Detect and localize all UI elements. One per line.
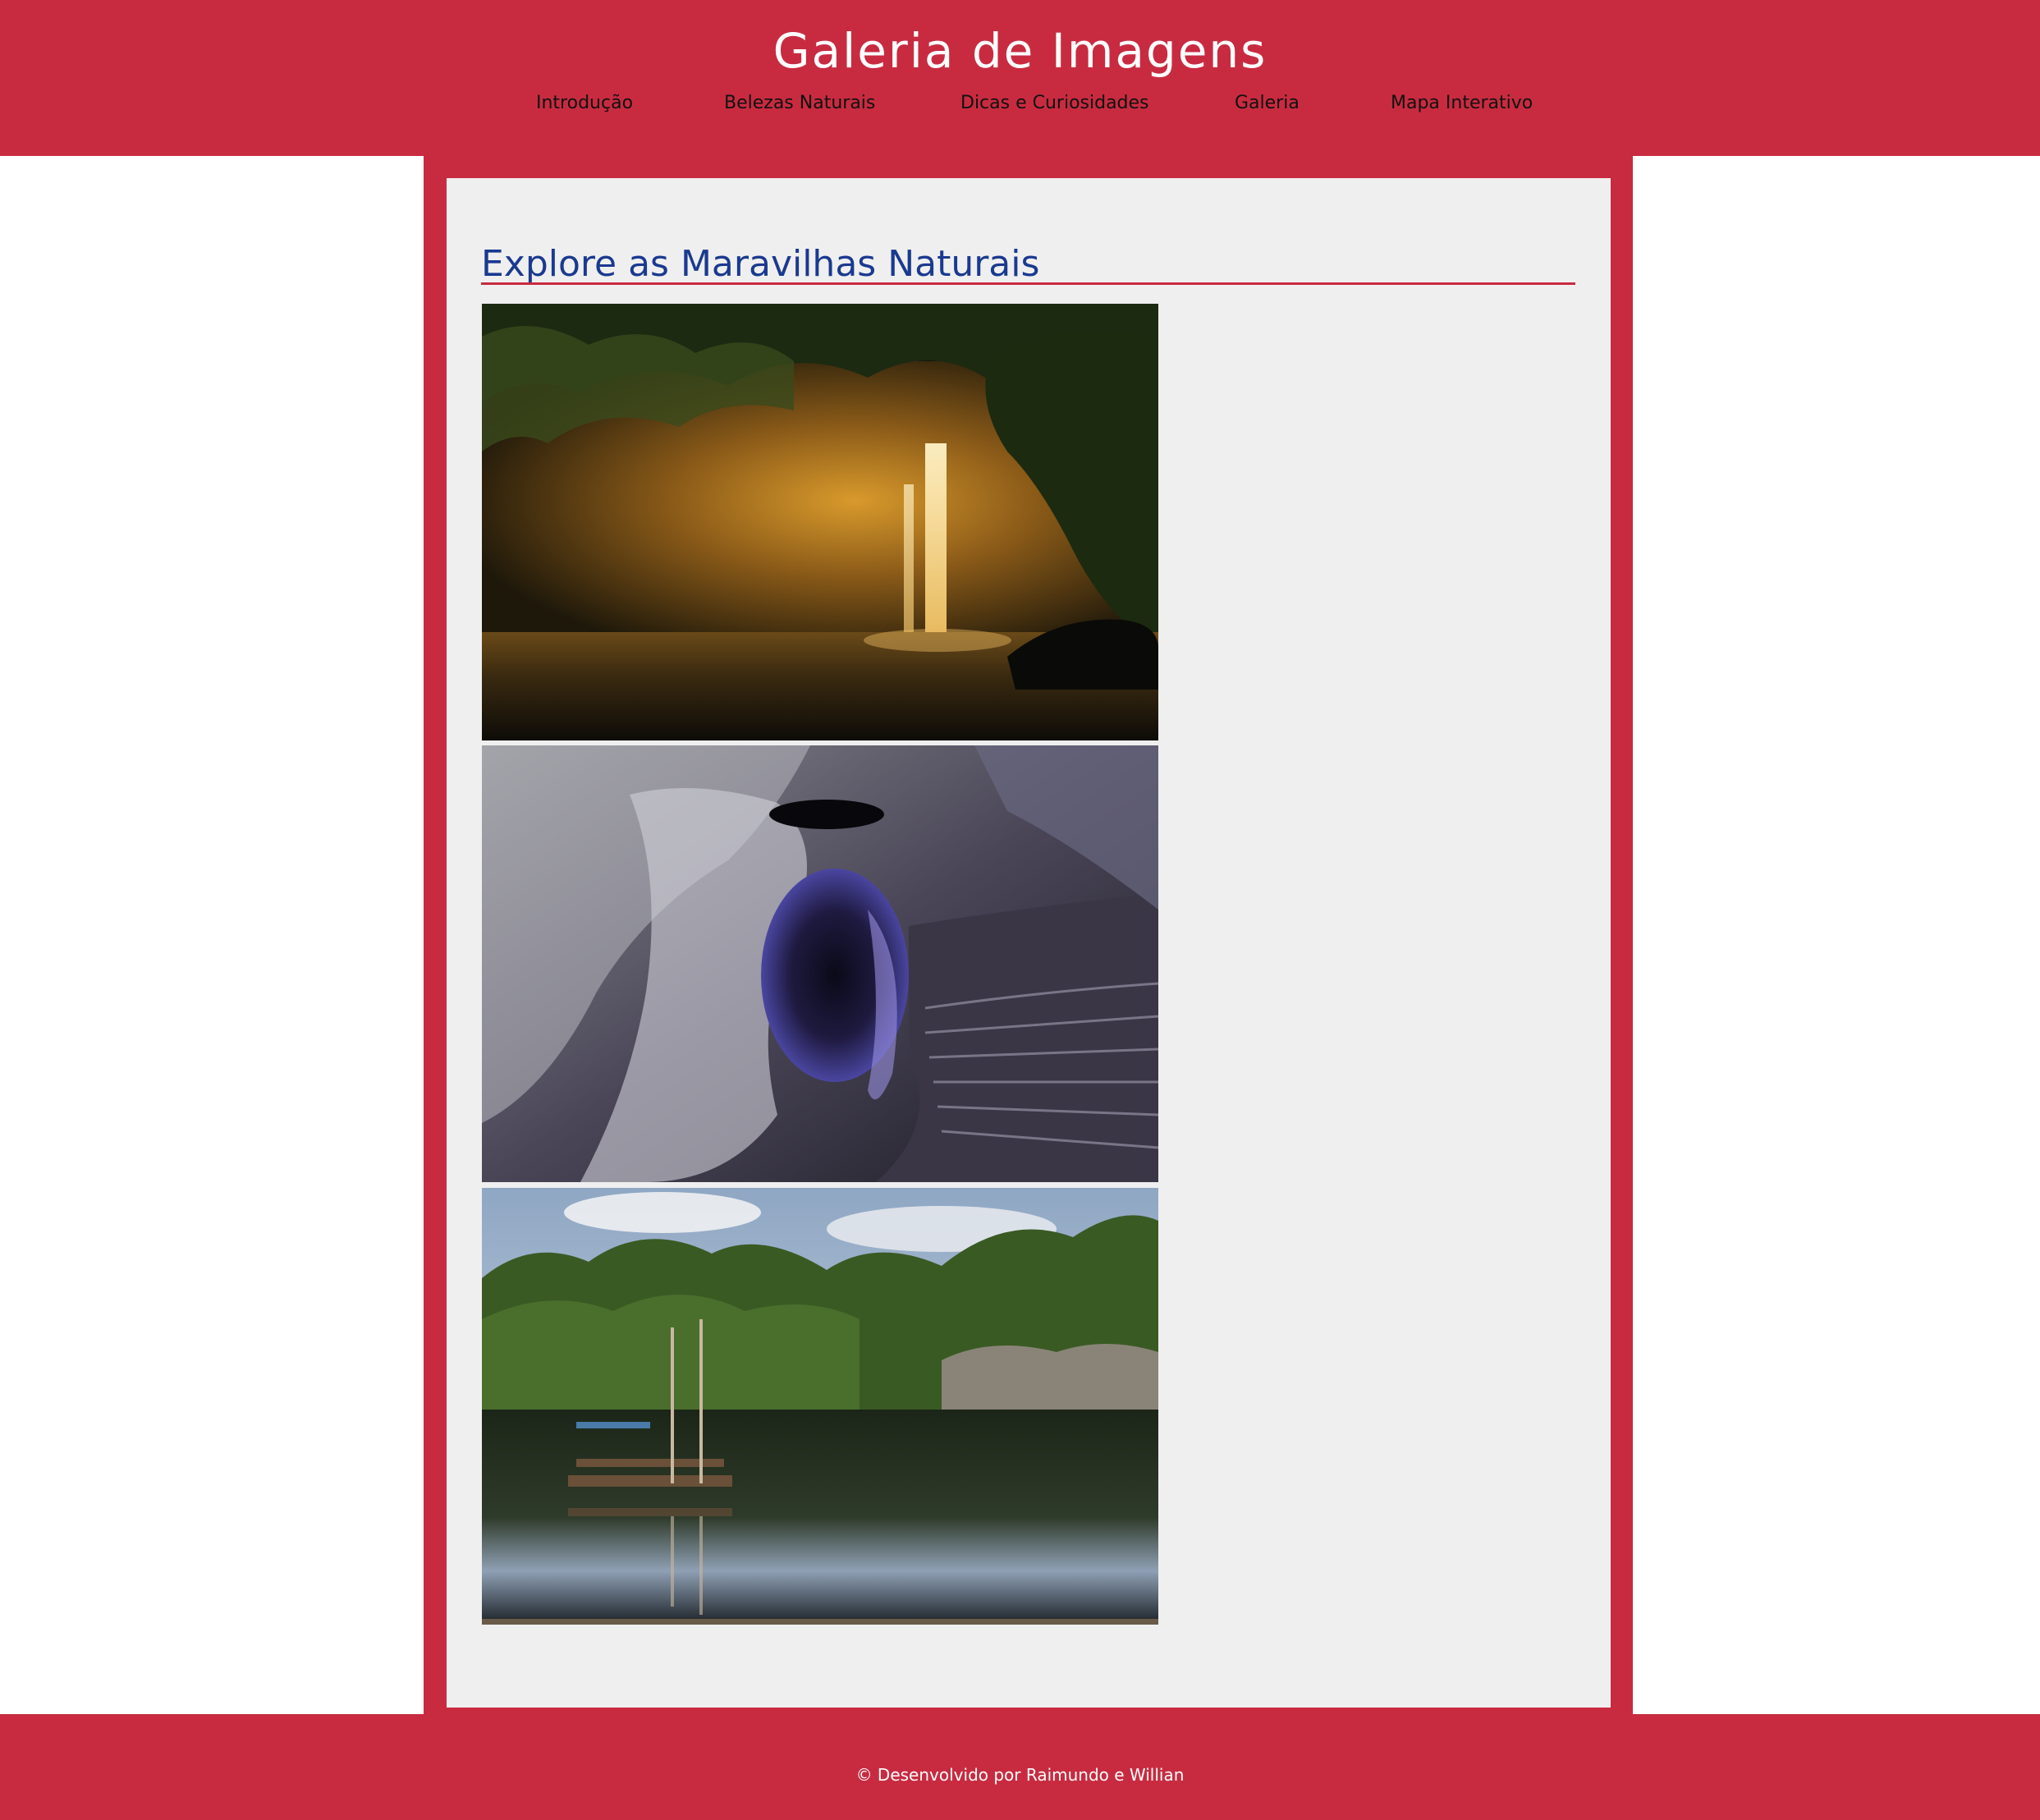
gallery-image-lava-cave bbox=[482, 745, 1158, 1182]
footer-credits: © Desenvolvido por Raimundo e Willian bbox=[855, 1765, 1185, 1785]
gallery-image-waterfall bbox=[482, 304, 1158, 740]
nav-link-mapa-interativo[interactable]: Mapa Interativo bbox=[1391, 93, 1533, 113]
page: Galeria de Imagens Introdução Belezas Na… bbox=[0, 0, 2040, 1820]
nav-link-introducao[interactable]: Introdução bbox=[536, 93, 633, 113]
nav-link-belezas-naturais[interactable]: Belezas Naturais bbox=[724, 93, 875, 113]
section-heading: Explore as Maravilhas Naturais bbox=[481, 243, 1040, 285]
nav-link-dicas-curiosidades[interactable]: Dicas e Curiosidades bbox=[960, 93, 1149, 113]
heading-underline bbox=[481, 282, 1575, 285]
nav-link-galeria[interactable]: Galeria bbox=[1235, 93, 1300, 113]
gallery-image-lagoon bbox=[482, 1188, 1158, 1625]
site-title: Galeria de Imagens bbox=[772, 23, 1268, 79]
